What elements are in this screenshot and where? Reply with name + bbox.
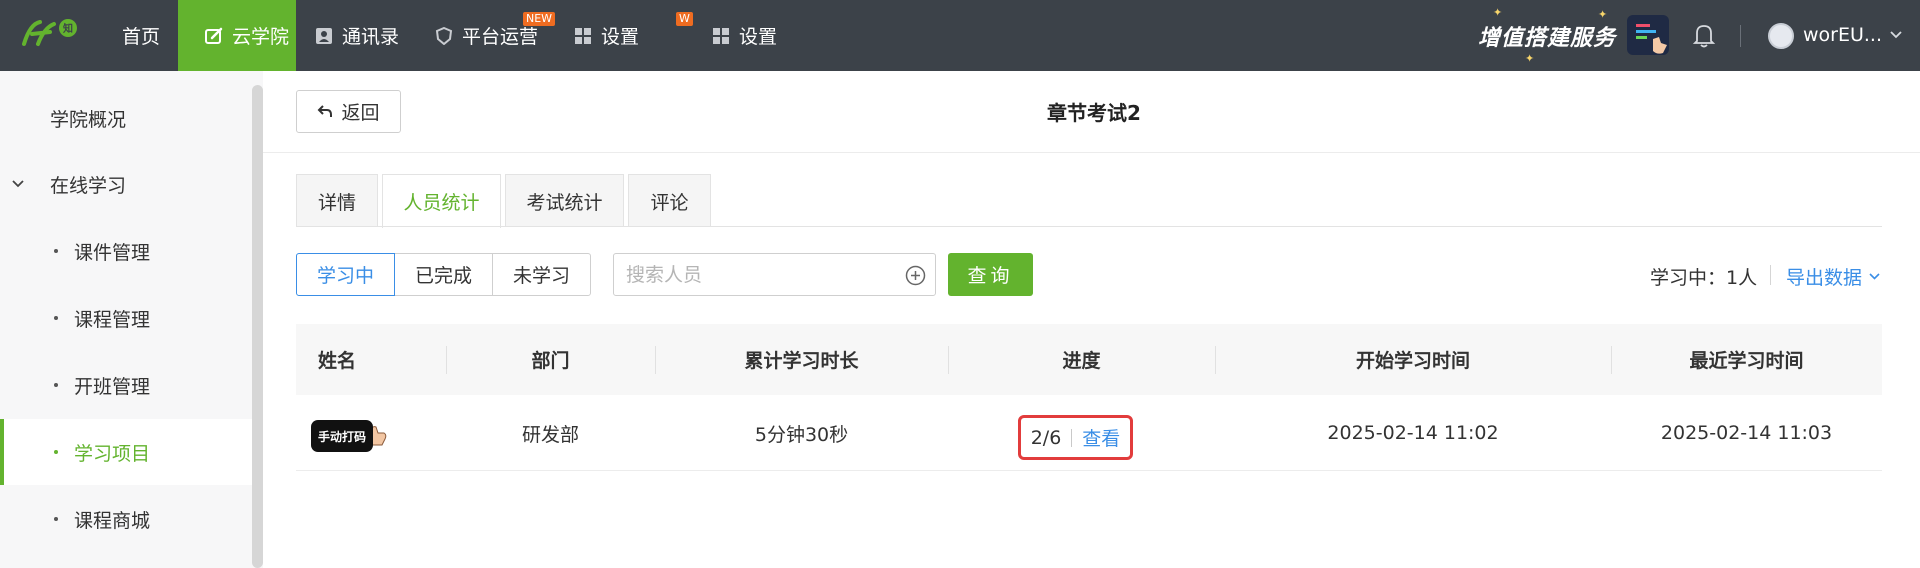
back-arrow-icon [318, 104, 333, 117]
nav-settings-1-label: 设置 [601, 26, 640, 48]
new-badge: NEW [523, 12, 556, 26]
w-badge: W [676, 12, 693, 26]
sidebar-item-label: 学习项目 [74, 442, 151, 465]
sidebar-item-label: 开班管理 [74, 375, 151, 398]
value-added-service-icon[interactable] [1627, 15, 1669, 55]
count-divider [1770, 265, 1771, 285]
export-data-label: 导出数据 [1786, 267, 1863, 289]
nav-settings-1[interactable]: 设置 [574, 0, 639, 71]
progress-cell: 2/6 查看 [1018, 415, 1133, 460]
tab-label: 人员统计 [403, 192, 480, 214]
filter-studying[interactable]: 学习中 [296, 253, 395, 296]
cell-start-time: 2025-02-14 11:02 [1327, 422, 1499, 444]
progress-value: 2/6 [1030, 426, 1062, 449]
hand-pointer-icon [1636, 24, 1667, 54]
nav-cloud-academy-label: 云学院 [232, 26, 290, 48]
grid-icon [575, 27, 591, 44]
tab-personnel-stats[interactable]: 人员统计 [382, 174, 501, 228]
column-header-start-time: 开始学习时间 [1355, 350, 1470, 372]
nav-platform-operation-label: 平台运营 [462, 26, 539, 48]
export-data-link[interactable]: 导出数据 [1786, 263, 1881, 290]
sidebar-item-academy-overview[interactable]: 学院概况 [0, 85, 252, 151]
app-logo-icon[interactable]: 知 [20, 14, 80, 54]
cell-duration: 5分钟30秒 [754, 423, 849, 446]
nav-home[interactable]: 首页 [122, 0, 160, 71]
tab-label: 考试统计 [526, 191, 603, 214]
query-button-label: 查询 [967, 265, 1014, 287]
sidebar-item-course-mall[interactable]: 课程商城 [0, 486, 252, 552]
content-header [263, 71, 1920, 153]
filter-completed[interactable]: 已完成 [394, 253, 493, 296]
cell-department: 研发部 [521, 423, 579, 446]
edit-icon [205, 27, 223, 44]
nav-cloud-academy[interactable]: 云学院 [178, 0, 296, 71]
nav-platform-operation[interactable]: 平台运营 [435, 0, 538, 71]
progress-divider [1071, 428, 1073, 447]
sidebar-item-label: 课程管理 [74, 308, 151, 331]
bell-icon[interactable] [1692, 22, 1716, 48]
nav-settings-2[interactable]: 设置 [712, 0, 777, 71]
view-progress-link[interactable]: 查看 [1082, 424, 1120, 451]
chevron-down-icon [1869, 273, 1880, 280]
back-button[interactable]: 返回 [296, 90, 401, 133]
bullet-icon [54, 517, 58, 521]
sidebar-scrollbar[interactable] [252, 85, 263, 568]
sidebar-item-class-management[interactable]: 开班管理 [0, 352, 252, 418]
nav-settings-2-label: 设置 [739, 26, 778, 48]
filter-label: 学习中 [316, 265, 374, 287]
sidebar-item-course-management[interactable]: 课程管理 [0, 285, 252, 351]
tab-label: 详情 [317, 191, 356, 214]
filter-not-started[interactable]: 未学习 [492, 253, 591, 296]
sidebar-item-learning-project[interactable]: 学习项目 [0, 419, 252, 485]
sidebar-item-label: 课件管理 [74, 241, 151, 264]
tab-comments[interactable]: 评论 [628, 174, 711, 227]
search-box [613, 253, 936, 296]
contacts-icon [316, 27, 332, 44]
nav-home-label: 首页 [122, 26, 161, 48]
grid-icon [713, 27, 729, 44]
name-redacted-stamp: 手动打码 [311, 420, 373, 452]
filter-label: 未学习 [512, 265, 570, 287]
column-header-last-time: 最近学习时间 [1689, 350, 1804, 372]
bullet-icon [54, 450, 58, 454]
column-header-department: 部门 [531, 350, 570, 372]
tab-details[interactable]: 详情 [296, 174, 378, 227]
column-header-name: 姓名 [318, 350, 357, 372]
chevron-down-icon[interactable] [1888, 27, 1904, 43]
topbar-divider [1740, 25, 1741, 47]
sidebar-item-label: 课程商城 [74, 509, 151, 532]
tab-label: 评论 [650, 191, 689, 214]
nav-contacts[interactable]: 通讯录 [315, 0, 399, 71]
studying-count: 学习中：1人 [1650, 267, 1758, 289]
filter-label: 已完成 [414, 265, 472, 287]
bullet-icon [54, 249, 58, 253]
cell-last-time: 2025-02-14 11:03 [1660, 422, 1833, 444]
sidebar-item-online-learning[interactable]: 在线学习 [0, 151, 252, 217]
sidebar-item-label: 学院概况 [50, 108, 127, 131]
search-input[interactable] [626, 254, 896, 295]
sidebar-item-courseware[interactable]: 课件管理 [0, 218, 252, 284]
user-name[interactable]: worEU... [1803, 24, 1882, 46]
back-button-label: 返回 [341, 102, 380, 124]
value-added-service-label: 增值搭建服务 [1478, 26, 1617, 51]
tab-exam-stats[interactable]: 考试统计 [505, 174, 624, 227]
add-circle-icon[interactable] [905, 265, 926, 286]
column-header-progress: 进度 [1062, 350, 1101, 372]
chevron-down-icon [12, 180, 24, 188]
bullet-icon [54, 383, 58, 387]
table-header: 姓名 部门 累计学习时长 进度 开始学习时间 最近学习时间 [296, 324, 1882, 395]
sidebar-item-label: 在线学习 [50, 174, 127, 197]
value-added-service-link[interactable]: 增值搭建服务 [1478, 18, 1616, 54]
top-navigation-bar: 知 首页 云学院 通讯录 平台运营 NEW 设置 W 设置 ✦ ✦ ✦ 增值搭建… [0, 0, 1920, 71]
query-button[interactable]: 查询 [948, 253, 1033, 296]
nav-contacts-label: 通讯录 [342, 26, 400, 48]
column-header-duration: 累计学习时长 [744, 350, 859, 372]
tabs-baseline [296, 226, 1882, 227]
svg-text:知: 知 [62, 22, 73, 35]
bullet-icon [54, 316, 58, 320]
shield-icon [435, 26, 453, 45]
avatar[interactable] [1768, 23, 1794, 49]
